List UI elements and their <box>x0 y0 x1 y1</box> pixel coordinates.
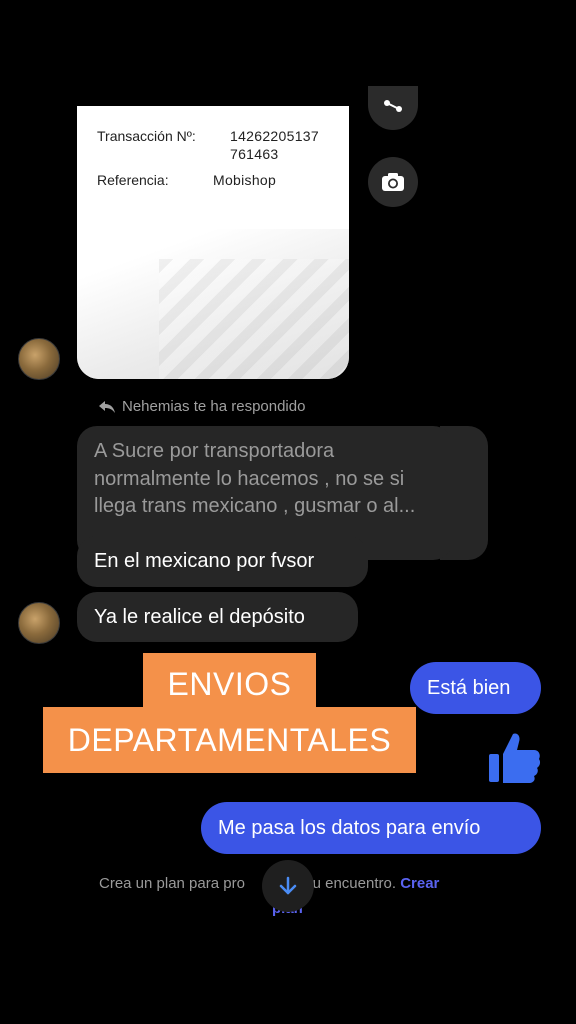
reply-arrow-icon <box>99 400 115 413</box>
camera-icon <box>382 173 404 191</box>
outgoing-message-2[interactable]: Me pasa los datos para envío <box>201 802 541 854</box>
reference-value: Mobishop <box>213 172 277 188</box>
scroll-down-arrow-icon <box>279 876 297 895</box>
plan-suggestion-text: Crea un plan para pro <box>99 875 245 892</box>
like-thumb-icon[interactable] <box>486 730 542 784</box>
transaction-value-1: 14262205137 <box>230 128 319 144</box>
incoming-message-2[interactable]: Ya le realice el depósito <box>77 592 358 642</box>
payment-receipt-image[interactable]: Transacción Nº: 14262205137 761463 Refer… <box>77 106 349 379</box>
create-plan-link[interactable]: Crear <box>400 875 439 892</box>
incoming-message-1[interactable]: En el mexicano por fvsor <box>77 536 368 587</box>
share-button[interactable] <box>368 86 418 130</box>
contact-avatar[interactable] <box>18 602 60 644</box>
reference-label: Referencia: <box>97 172 169 188</box>
scroll-down-button[interactable] <box>262 860 314 912</box>
quoted-line-2: normalmente lo hacemos , no se si <box>94 467 405 490</box>
contact-avatar[interactable] <box>18 338 60 380</box>
transaction-value-2: 761463 <box>230 146 279 162</box>
reply-note: Nehemias te ha respondido <box>98 398 305 415</box>
share-icon <box>384 100 402 112</box>
transaction-label: Transacción Nº: <box>97 128 196 144</box>
quoted-line-1: A Sucre por transportadora <box>94 440 335 462</box>
reply-note-text: Nehemias te ha respondido <box>122 398 306 415</box>
save-photo-button[interactable] <box>368 157 418 207</box>
quoted-line-3: llega trans mexicano , gusmar o al... <box>94 495 416 517</box>
overlay-caption-line-2: DEPARTAMENTALES <box>43 707 416 773</box>
outgoing-message-1[interactable]: Está bien <box>410 662 541 714</box>
receipt-pattern <box>159 259 349 379</box>
